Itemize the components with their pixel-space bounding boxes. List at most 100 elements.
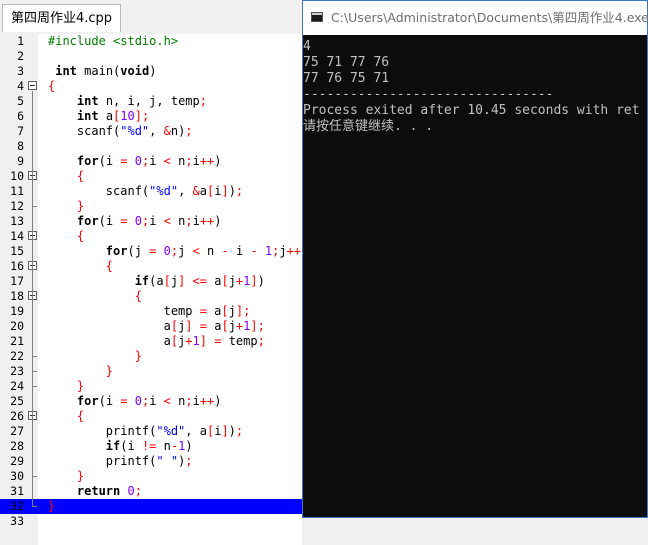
code-line[interactable]: 14 { — [0, 229, 302, 244]
code-text: return 0; — [76, 484, 142, 498]
code-text: temp = a[j]; — [48, 304, 251, 318]
console-window[interactable]: C:\Users\Administrator\Documents\第四周作业4.… — [302, 0, 648, 518]
code-line[interactable]: 6 int a[10]; — [0, 109, 302, 124]
code-line[interactable]: 33 — [0, 514, 302, 529]
console-line: 4 — [303, 39, 311, 54]
code-text: int n, i, j, temp; — [76, 94, 207, 108]
code-line[interactable]: 22 } — [0, 349, 302, 364]
code-line[interactable]: 17 if(a[j] <= a[j+1]) — [0, 274, 302, 289]
code-text: a[j] = a[j+1]; — [48, 319, 265, 333]
code-line[interactable]: 23 } — [0, 364, 302, 379]
code-line[interactable]: 4{ — [0, 79, 302, 94]
line-number: 3 — [17, 64, 24, 78]
code-text: } — [76, 379, 85, 393]
line-number: 8 — [17, 139, 24, 153]
fold-guide — [32, 421, 33, 476]
code-text: { — [105, 259, 114, 273]
line-number: 25 — [10, 394, 24, 408]
code-text: } — [76, 199, 85, 213]
line-number: 2 — [17, 49, 24, 63]
code-line[interactable]: 25 for(i = 0;i < n;i++) — [0, 394, 302, 409]
line-number: 17 — [10, 274, 24, 288]
code-line[interactable]: 5 int n, i, j, temp; — [0, 94, 302, 109]
code-line[interactable]: 24 } — [0, 379, 302, 394]
line-number: 7 — [17, 124, 24, 138]
code-text: { — [48, 79, 56, 93]
code-line[interactable]: 30 } — [0, 469, 302, 484]
code-line[interactable]: 29 printf(" "); — [0, 454, 302, 469]
code-line[interactable]: 3 int main(void) — [0, 64, 302, 79]
code-line[interactable]: 16 { — [0, 259, 302, 274]
code-line[interactable]: 11 scanf("%d", &a[i]); — [0, 184, 302, 199]
fold-guide — [32, 301, 33, 356]
code-text: { — [76, 409, 85, 423]
fold-guide — [32, 181, 33, 206]
console-line: 77 76 75 71 — [303, 71, 390, 86]
file-tab[interactable]: 第四周作业4.cpp — [2, 4, 122, 32]
line-number: 22 — [10, 349, 24, 363]
code-line[interactable]: 21 a[j+1] = temp; — [0, 334, 302, 349]
code-line[interactable]: 20 a[j] = a[j+1]; — [0, 319, 302, 334]
code-text: if(a[j] <= a[j+1]) — [134, 274, 265, 288]
fold-toggle-icon[interactable] — [28, 81, 37, 90]
code-text: for(i = 0;i < n;i++) — [76, 394, 222, 408]
code-text: } — [48, 499, 56, 513]
code-line[interactable]: 9 for(i = 0;i < n;i++) — [0, 154, 302, 169]
line-number: 27 — [10, 424, 24, 438]
line-number: 16 — [10, 259, 24, 273]
code-line[interactable]: 13 for(i = 0;i < n;i++) — [0, 214, 302, 229]
line-number: 13 — [10, 214, 24, 228]
fold-guide-end — [32, 506, 37, 507]
line-number: 20 — [10, 319, 24, 333]
code-text: { — [76, 229, 85, 243]
code-line[interactable]: 31 return 0; — [0, 484, 302, 499]
code-line[interactable]: 12 } — [0, 199, 302, 214]
code-text: a[j+1] = temp; — [48, 334, 265, 348]
editor-tab-strip: 第四周作业4.cpp — [0, 0, 302, 35]
code-text: int a[10]; — [76, 109, 150, 123]
fold-guide-end — [32, 206, 37, 207]
line-number: 29 — [10, 454, 24, 468]
code-line[interactable]: 18 { — [0, 289, 302, 304]
code-line[interactable]: 26 { — [0, 409, 302, 424]
line-number: 10 — [10, 169, 24, 183]
line-number: 24 — [10, 379, 24, 393]
line-number: 14 — [10, 229, 24, 243]
code-text: scanf("%d", &n); — [48, 124, 193, 138]
fold-guide-end — [32, 476, 37, 477]
line-number: 19 — [10, 304, 24, 318]
code-text: int main(void) — [55, 64, 157, 78]
fold-guide-end — [32, 386, 37, 387]
fold-guide-end — [32, 371, 37, 372]
code-line[interactable]: 32} — [0, 499, 302, 514]
code-text: for(j = 0;j < n - i - 1;j++) — [105, 244, 302, 258]
line-number: 18 — [10, 289, 24, 303]
console-line: Process exited after 10.45 seconds with … — [303, 103, 640, 118]
code-line[interactable]: 8 — [0, 139, 302, 154]
line-number: 1 — [17, 34, 24, 48]
code-text: scanf("%d", &a[i]); — [48, 184, 244, 198]
code-text: } — [76, 469, 85, 483]
code-line[interactable]: 1 #include <stdio.h> — [0, 34, 302, 49]
code-line[interactable]: 27 printf("%d", a[i]); — [0, 424, 302, 439]
line-number: 6 — [17, 109, 24, 123]
code-text: printf(" "); — [48, 454, 193, 468]
code-line[interactable]: 15 for(j = 0;j < n - i - 1;j++) — [0, 244, 302, 259]
code-text: for(i = 0;i < n;i++) — [76, 214, 222, 228]
code-line[interactable]: 2 — [0, 49, 302, 64]
line-number: 21 — [10, 334, 24, 348]
code-line[interactable]: 19 temp = a[j]; — [0, 304, 302, 319]
console-titlebar[interactable]: C:\Users\Administrator\Documents\第四周作业4.… — [303, 1, 648, 35]
code-editor[interactable]: 1 #include <stdio.h> 2 3 int main(void) 4{5 … — [0, 34, 302, 545]
line-number: 28 — [10, 439, 24, 453]
console-app-icon — [311, 12, 323, 22]
line-number: 11 — [10, 184, 24, 198]
console-line: 75 71 77 76 — [303, 55, 390, 70]
code-text: } — [105, 364, 114, 378]
console-title: C:\Users\Administrator\Documents\第四周作业4.… — [331, 10, 648, 25]
code-line[interactable]: 28 if(i != n-1) — [0, 439, 302, 454]
code-line[interactable]: 7 scanf("%d", &n); — [0, 124, 302, 139]
line-number: 32 — [10, 499, 24, 513]
code-text: { — [134, 289, 142, 303]
code-line[interactable]: 10 { — [0, 169, 302, 184]
